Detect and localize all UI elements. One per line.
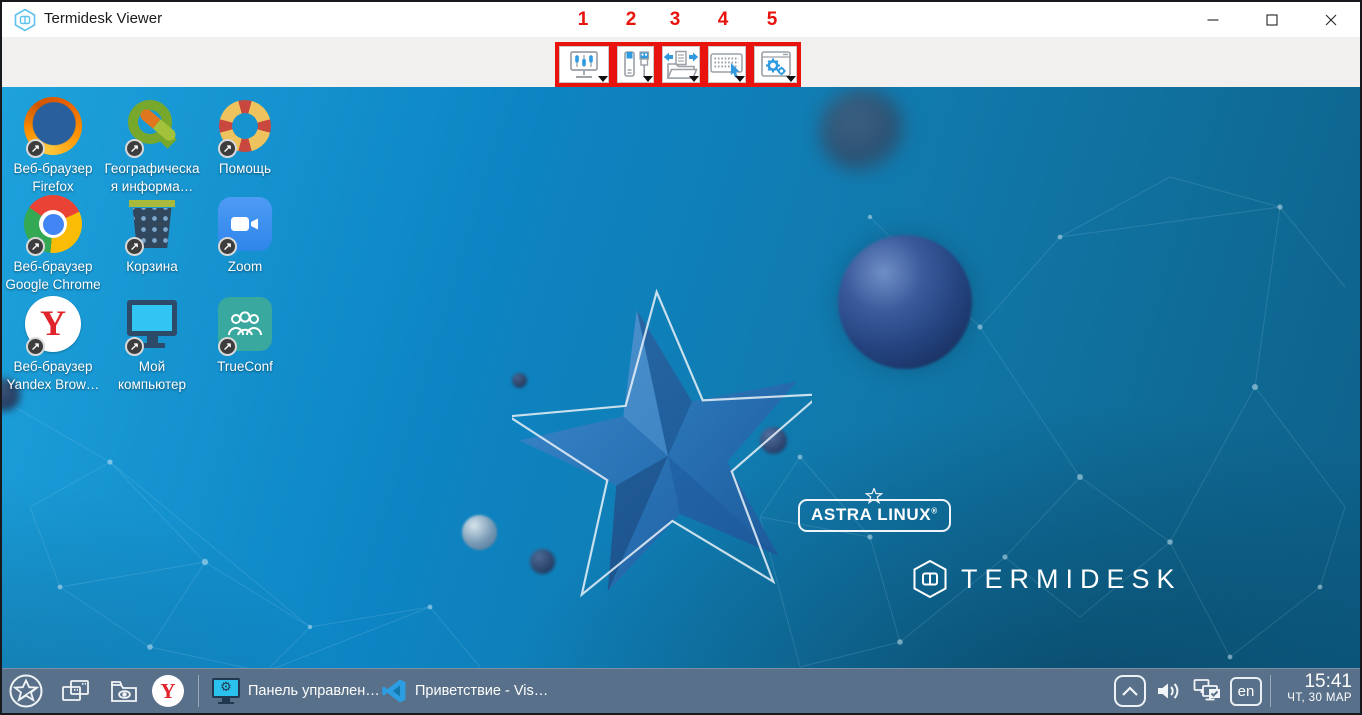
start-menu-button[interactable]	[6, 672, 46, 710]
close-icon	[1325, 14, 1337, 26]
desktop-icon-label: Помощь	[197, 160, 293, 178]
network-monitors-icon	[1193, 677, 1223, 705]
task-control-panel[interactable]: ⚙ Панель управлен…	[212, 672, 380, 710]
yandex-browser-launcher[interactable]: Y	[148, 672, 188, 710]
desktop-icon-label: Географическая информа…	[104, 160, 200, 196]
shortcut-badge: ↗	[218, 139, 237, 158]
clock-time: 15:41	[1287, 671, 1352, 692]
desktop-icon-label: Корзина	[104, 258, 200, 276]
dropdown-arrow	[689, 76, 699, 82]
taskbar-separator	[1270, 675, 1271, 707]
taskbar-separator	[198, 675, 199, 707]
annotation-box-5	[750, 42, 801, 87]
shortcut-badge: ↗	[218, 337, 237, 356]
network-button[interactable]	[1188, 672, 1228, 710]
termidesk-viewer-window: Termidesk Viewer 1 2 3 4 5	[0, 0, 1362, 715]
display-settings-button[interactable]	[559, 46, 609, 83]
language-indicator[interactable]: en	[1228, 672, 1264, 710]
shortcut-badge: ↗	[125, 139, 144, 158]
session-settings-button[interactable]	[754, 46, 797, 83]
maximize-icon	[1266, 14, 1278, 26]
clock-date: ЧТ, 30 МАР	[1287, 692, 1352, 705]
show-desktops-button[interactable]	[54, 672, 98, 710]
desktop-icon-help[interactable]: ↗ Помощь	[196, 95, 294, 178]
desktop-icon-my-computer[interactable]: ↗ Мой компьютер	[103, 293, 201, 394]
file-manager-button[interactable]	[102, 672, 146, 710]
yandex-browser-icon: Y	[152, 675, 184, 707]
shortcut-badge: ↗	[26, 337, 45, 356]
maximize-button[interactable]	[1249, 6, 1295, 34]
wallpaper-sphere-small	[462, 515, 497, 550]
wallpaper-sphere-large	[838, 235, 972, 369]
window-title: Termidesk Viewer	[44, 10, 162, 27]
annotation-number-4: 4	[718, 9, 729, 31]
control-panel-icon: ⚙	[212, 678, 240, 705]
usb-redirect-button[interactable]	[617, 46, 654, 83]
display-settings-icon	[567, 48, 601, 82]
termidesk-hexagon-icon	[912, 559, 948, 599]
annotation-number-1: 1	[578, 9, 589, 31]
volume-button[interactable]	[1150, 672, 1188, 710]
desktop-icon-label: Веб-браузер Google Chrome	[5, 258, 101, 294]
minimize-icon	[1207, 14, 1219, 26]
keyboard-input-button[interactable]	[708, 46, 746, 83]
folder-view-icon	[110, 679, 138, 703]
desktop-icon-yandex-browser[interactable]: Y ↗ Веб-браузер Yandex Brow…	[4, 293, 102, 394]
shortcut-badge: ↗	[218, 237, 237, 256]
desktop-icon-trueconf[interactable]: ↗ TrueConf	[196, 293, 294, 376]
close-button[interactable]	[1308, 6, 1354, 34]
astra-star-icon	[865, 488, 883, 504]
vscode-icon	[381, 678, 407, 704]
dropdown-arrow	[786, 76, 796, 82]
astra-star-artwork	[512, 287, 812, 617]
dropdown-arrow	[643, 76, 653, 82]
desktop-icon-zoom[interactable]: ↗ Zoom	[196, 193, 294, 276]
task-vscode[interactable]: Приветствие - Vis…	[381, 672, 548, 710]
chevron-up-icon	[1114, 675, 1146, 707]
desktop-icon-firefox[interactable]: ↗ Веб-браузер Firefox	[4, 95, 102, 196]
file-transfer-button[interactable]	[662, 46, 700, 83]
annotation-box-4	[704, 42, 750, 87]
task-label: Панель управлен…	[248, 683, 380, 699]
remote-desktop-area[interactable]: ASTRA LINUX® TERMIDESK ↗ Веб-браузер Fir…	[0, 87, 1362, 668]
desktop-icon-label: Zoom	[197, 258, 293, 276]
annotation-number-5: 5	[767, 9, 778, 31]
windows-icon	[61, 678, 91, 704]
astra-linux-logo: ASTRA LINUX®	[798, 499, 951, 532]
shortcut-badge: ↗	[125, 337, 144, 356]
annotation-box-3	[658, 42, 704, 87]
shortcut-badge: ↗	[26, 237, 45, 256]
dropdown-arrow	[735, 76, 745, 82]
astra-start-icon	[8, 673, 44, 709]
wallpaper-sphere-blurred	[820, 89, 904, 173]
desktop-icon-label: TrueConf	[197, 358, 293, 376]
annotation-box-1	[555, 42, 613, 87]
annotation-number-2: 2	[626, 9, 637, 31]
taskbar: Y ⚙ Панель управлен… Приветствие - Vis…	[0, 668, 1362, 713]
annotation-number-3: 3	[670, 9, 681, 31]
clock[interactable]: 15:41 ЧТ, 30 МАР	[1287, 671, 1352, 705]
shortcut-badge: ↗	[125, 237, 144, 256]
annotation-box-2	[613, 42, 658, 87]
desktop-icon-label: Веб-браузер Firefox	[5, 160, 101, 196]
termidesk-logo: TERMIDESK	[912, 559, 1182, 599]
desktop-icon-trash[interactable]: ↗ Корзина	[103, 193, 201, 276]
dropdown-arrow	[598, 76, 608, 82]
minimize-button[interactable]	[1190, 6, 1236, 34]
titlebar: Termidesk Viewer	[0, 2, 1362, 37]
desktop-icon-label: Мой компьютер	[104, 358, 200, 394]
shortcut-badge: ↗	[26, 139, 45, 158]
desktop-icon-chrome[interactable]: ↗ Веб-браузер Google Chrome	[4, 193, 102, 294]
desktop-icon-label: Веб-браузер Yandex Brow…	[5, 358, 101, 394]
tray-expand-button[interactable]	[1112, 672, 1148, 710]
speaker-icon	[1155, 679, 1183, 703]
desktop-icon-qgis[interactable]: ↗ Географическая информа…	[103, 95, 201, 196]
termidesk-app-icon	[13, 8, 37, 32]
task-label: Приветствие - Vis…	[415, 683, 548, 699]
